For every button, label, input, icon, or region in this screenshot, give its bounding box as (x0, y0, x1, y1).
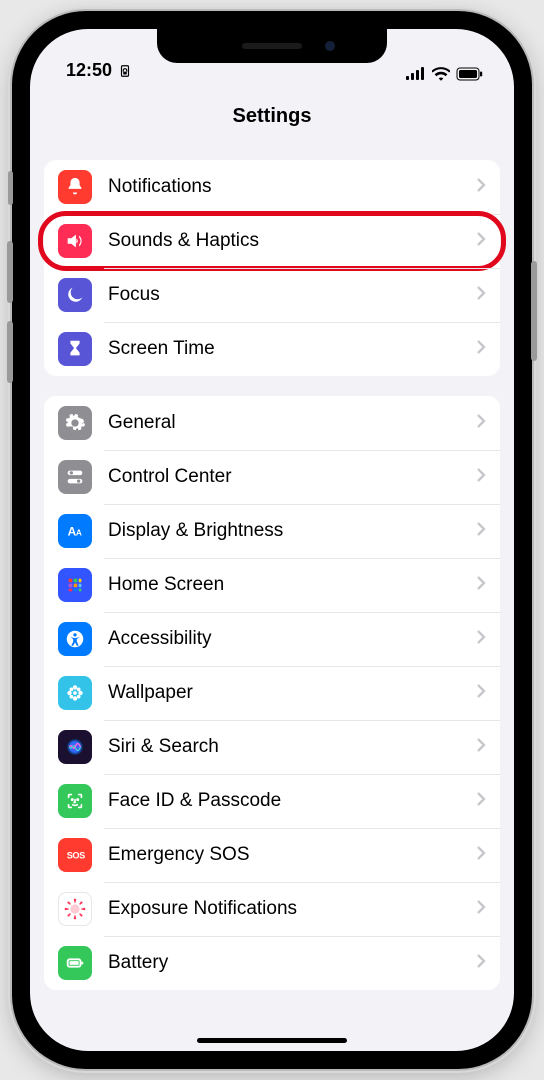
row-general[interactable]: General (44, 396, 500, 450)
row-control-center[interactable]: Control Center (44, 450, 500, 504)
settings-group-2: General Control Center AA Display & Brig… (44, 396, 500, 990)
row-label: Siri & Search (108, 736, 460, 758)
svg-text:SOS: SOS (67, 851, 85, 861)
speaker-icon (58, 224, 92, 258)
row-face-id-passcode[interactable]: Face ID & Passcode (44, 774, 500, 828)
row-label: Screen Time (108, 338, 460, 360)
row-display-brightness[interactable]: AA Display & Brightness (44, 504, 500, 558)
phone-frame: 12:50 Settings (12, 11, 532, 1069)
row-wallpaper[interactable]: Wallpaper (44, 666, 500, 720)
cellular-icon (406, 67, 426, 81)
row-home-screen[interactable]: Home Screen (44, 558, 500, 612)
row-notifications[interactable]: Notifications (44, 160, 500, 214)
person-icon (58, 622, 92, 656)
switches-icon (58, 460, 92, 494)
grid-icon (58, 568, 92, 602)
battery-icon (58, 946, 92, 980)
chevron-right-icon (476, 521, 486, 542)
siri-icon (58, 730, 92, 764)
row-label: General (108, 412, 460, 434)
face-icon (58, 784, 92, 818)
row-battery[interactable]: Battery (44, 936, 500, 990)
power-button[interactable] (531, 261, 537, 361)
chevron-right-icon (476, 629, 486, 650)
sos-icon: SOS (58, 838, 92, 872)
home-indicator[interactable] (197, 1038, 347, 1043)
orientation-lock-icon (118, 64, 132, 78)
row-siri-search[interactable]: Siri & Search (44, 720, 500, 774)
row-label: Control Center (108, 466, 460, 488)
bell-icon (58, 170, 92, 204)
row-label: Notifications (108, 176, 460, 198)
hourglass-icon (58, 332, 92, 366)
chevron-right-icon (476, 791, 486, 812)
chevron-right-icon (476, 285, 486, 306)
row-screen-time[interactable]: Screen Time (44, 322, 500, 376)
battery-status-icon (456, 67, 484, 81)
chevron-right-icon (476, 467, 486, 488)
gear-icon (58, 406, 92, 440)
moon-icon (58, 278, 92, 312)
page-title: Settings (30, 81, 514, 140)
screen: 12:50 Settings (30, 29, 514, 1051)
chevron-right-icon (476, 413, 486, 434)
chevron-right-icon (476, 899, 486, 920)
chevron-right-icon (476, 339, 486, 360)
row-label: Emergency SOS (108, 844, 460, 866)
chevron-right-icon (476, 231, 486, 252)
row-focus[interactable]: Focus (44, 268, 500, 322)
row-label: Home Screen (108, 574, 460, 596)
chevron-right-icon (476, 683, 486, 704)
notch (157, 29, 387, 63)
aa-icon: AA (58, 514, 92, 548)
row-exposure-notifications[interactable]: Exposure Notifications (44, 882, 500, 936)
row-label: Battery (108, 952, 460, 974)
row-accessibility[interactable]: Accessibility (44, 612, 500, 666)
mute-switch[interactable] (8, 171, 13, 205)
row-label: Accessibility (108, 628, 460, 650)
wifi-icon (432, 67, 450, 81)
chevron-right-icon (476, 953, 486, 974)
row-label: Face ID & Passcode (108, 790, 460, 812)
row-label: Focus (108, 284, 460, 306)
chevron-right-icon (476, 177, 486, 198)
row-label: Sounds & Haptics (108, 230, 460, 252)
settings-group-1: Notifications Sounds & Haptics Focus (44, 160, 500, 376)
chevron-right-icon (476, 575, 486, 596)
flower-icon (58, 676, 92, 710)
row-sounds-haptics[interactable]: Sounds & Haptics (44, 214, 500, 268)
settings-scroll[interactable]: Notifications Sounds & Haptics Focus (30, 140, 514, 1050)
svg-text:A: A (76, 529, 82, 538)
status-time: 12:50 (66, 60, 112, 81)
chevron-right-icon (476, 845, 486, 866)
chevron-right-icon (476, 737, 486, 758)
volume-down-button[interactable] (7, 321, 13, 383)
row-emergency-sos[interactable]: SOS Emergency SOS (44, 828, 500, 882)
row-label: Display & Brightness (108, 520, 460, 542)
row-label: Exposure Notifications (108, 898, 460, 920)
volume-up-button[interactable] (7, 241, 13, 303)
covid-icon (58, 892, 92, 926)
row-label: Wallpaper (108, 682, 460, 704)
